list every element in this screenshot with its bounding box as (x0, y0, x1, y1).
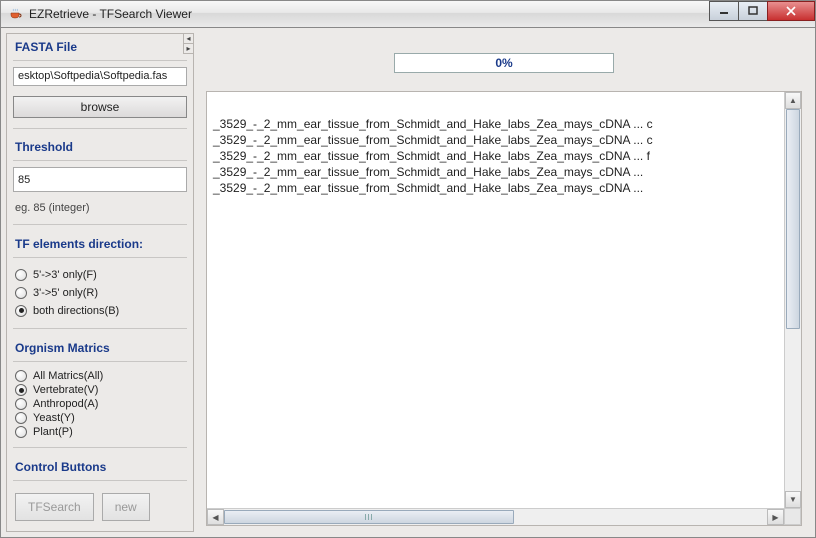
java-cup-icon (7, 6, 23, 22)
sidebar-collapse-right-icon[interactable]: ▸ (183, 44, 193, 54)
radio-label: 5'->3' only(F) (33, 269, 97, 281)
radio-label: Yeast(Y) (33, 412, 75, 424)
scroll-up-icon[interactable]: ▲ (785, 92, 801, 109)
radio-icon (15, 412, 27, 424)
radio-label: both directions(B) (33, 305, 119, 317)
scroll-right-icon[interactable]: ▶ (767, 509, 784, 525)
controls-section-title: Control Buttons (7, 454, 193, 478)
radio-label: All Matrics(All) (33, 370, 103, 382)
radio-icon (15, 287, 27, 299)
browse-button[interactable]: browse (13, 96, 187, 118)
direction-group: 5'->3' only(F) 3'->5' only(R) both direc… (7, 264, 193, 326)
direction-option-f[interactable]: 5'->3' only(F) (15, 266, 185, 284)
result-line: _3529_-_2_mm_ear_tissue_from_Schmidt_and… (213, 116, 778, 132)
close-button[interactable] (767, 1, 815, 21)
radio-label: Vertebrate(V) (33, 384, 98, 396)
results-text[interactable]: _3529_-_2_mm_ear_tissue_from_Schmidt_and… (207, 92, 784, 508)
scroll-down-icon[interactable]: ▼ (785, 491, 801, 508)
organism-group: All Matrics(All) Vertebrate(V) Anthropod… (7, 367, 193, 445)
window-buttons (710, 1, 815, 21)
divider (13, 480, 187, 481)
new-button[interactable]: new (102, 493, 150, 521)
sidebar-collapse-left-icon[interactable]: ◂ (183, 34, 193, 44)
maximize-button[interactable] (738, 1, 768, 21)
window-title: EZRetrieve - TFSearch Viewer (29, 7, 192, 21)
divider (13, 60, 187, 61)
scroll-track[interactable] (224, 509, 767, 525)
results-viewer: _3529_-_2_mm_ear_tissue_from_Schmidt_and… (206, 91, 802, 526)
organism-option-yeast[interactable]: Yeast(Y) (15, 411, 185, 425)
organism-option-plant[interactable]: Plant(P) (15, 425, 185, 439)
radio-icon (15, 426, 27, 438)
fasta-path-input[interactable]: esktop\Softpedia\Softpedia.fas (13, 67, 187, 86)
scroll-thumb[interactable] (786, 109, 800, 329)
divider (13, 128, 187, 129)
result-line: _3529_-_2_mm_ear_tissue_from_Schmidt_and… (213, 132, 778, 148)
minimize-button[interactable] (709, 1, 739, 21)
radio-label: Anthropod(A) (33, 398, 98, 410)
direction-section-title: TF elements direction: (7, 231, 193, 255)
result-line: _3529_-_2_mm_ear_tissue_from_Schmidt_and… (213, 180, 778, 196)
divider (13, 447, 187, 448)
radio-icon (15, 370, 27, 382)
radio-label: 3'->5' only(R) (33, 287, 98, 299)
scroll-track[interactable] (785, 109, 801, 491)
divider (13, 257, 187, 258)
main-panel: 0% _3529_-_2_mm_ear_tissue_from_Schmidt_… (200, 33, 810, 532)
horizontal-scrollbar[interactable]: ◀ ▶ (207, 508, 784, 525)
radio-icon (15, 384, 27, 396)
radio-icon (15, 305, 27, 317)
radio-icon (15, 269, 27, 281)
scroll-left-icon[interactable]: ◀ (207, 509, 224, 525)
title-bar: EZRetrieve - TFSearch Viewer (0, 0, 816, 28)
threshold-section-title: Threshold (7, 134, 193, 158)
result-line: _3529_-_2_mm_ear_tissue_from_Schmidt_and… (213, 164, 778, 180)
organism-option-anthropod[interactable]: Anthropod(A) (15, 397, 185, 411)
radio-icon (15, 398, 27, 410)
organism-option-vertebrate[interactable]: Vertebrate(V) (15, 383, 185, 397)
direction-option-b[interactable]: both directions(B) (15, 302, 185, 320)
progress-bar: 0% (394, 53, 614, 73)
tfsearch-button[interactable]: TFSearch (15, 493, 94, 521)
organism-option-all[interactable]: All Matrics(All) (15, 369, 185, 383)
direction-option-r[interactable]: 3'->5' only(R) (15, 284, 185, 302)
divider (13, 224, 187, 225)
radio-label: Plant(P) (33, 426, 73, 438)
divider (13, 328, 187, 329)
divider (13, 160, 187, 161)
organism-section-title: Orgnism Matrics (7, 335, 193, 359)
divider (13, 361, 187, 362)
vertical-scrollbar[interactable]: ▲ ▼ (784, 92, 801, 508)
threshold-hint: eg. 85 (integer) (7, 196, 193, 222)
scroll-thumb[interactable] (224, 510, 514, 524)
threshold-input[interactable]: 85 (13, 167, 187, 192)
sidebar: ◂ ▸ FASTA File esktop\Softpedia\Softpedi… (6, 33, 194, 532)
window-body: ◂ ▸ FASTA File esktop\Softpedia\Softpedi… (0, 28, 816, 538)
scroll-corner (784, 508, 801, 525)
fasta-section-title: FASTA File (7, 34, 193, 58)
result-line: _3529_-_2_mm_ear_tissue_from_Schmidt_and… (213, 148, 778, 164)
